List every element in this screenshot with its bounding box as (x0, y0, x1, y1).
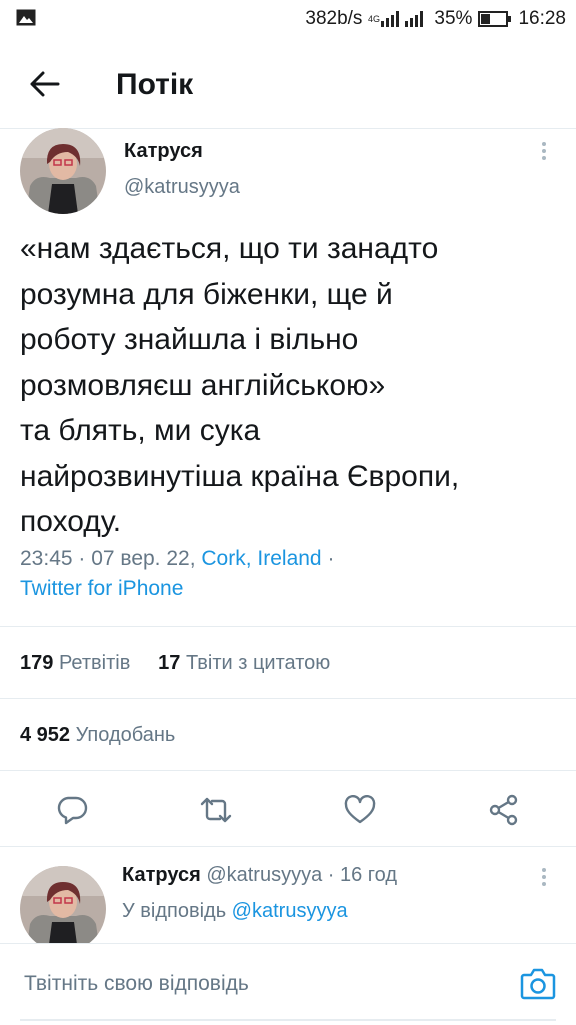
retweets-label: Ретвітів (58, 652, 131, 674)
tweet-meta: 23:45 · 07 вер. 22, Cork, Ireland · Twit… (20, 544, 560, 604)
clock: 16:28 (518, 8, 566, 29)
battery-percent: 35% (434, 8, 473, 29)
author-handle[interactable]: @katrusyyya (124, 176, 240, 199)
signal-icon: 4G (368, 11, 424, 27)
reply-prefix: У відповідь (122, 900, 232, 922)
reply-context: У відповідь @katrusyyya (122, 900, 348, 923)
back-button[interactable] (22, 64, 68, 104)
likes-count: 4 952 (20, 724, 71, 746)
author-name[interactable]: Катруся (124, 140, 203, 163)
reply-button[interactable] (50, 790, 94, 830)
reply-input[interactable]: Твітніть свою відповідь (24, 972, 249, 996)
tweet-more-button[interactable] (534, 138, 554, 164)
image-icon (16, 9, 36, 26)
top-bar: Потік (0, 38, 576, 129)
tweet-timestamp: 23:45 · 07 вер. 22, (20, 547, 202, 570)
tweet-text: «нам здається, що ти занадто розумна для… (20, 232, 460, 538)
more-icon (542, 142, 546, 146)
reply-to-link[interactable]: @katrusyyya (232, 900, 348, 922)
quotes-count: 17 (158, 652, 181, 674)
share-button[interactable] (482, 790, 526, 830)
back-arrow-icon (30, 71, 60, 97)
status-bar: 382b/s 4G 35% 16:28 (0, 0, 576, 38)
reply-handle-time: @katrusyyya · 16 год (206, 864, 397, 886)
more-icon (542, 868, 546, 872)
divider (0, 846, 576, 847)
status-right: 382b/s 4G 35% 16:28 (305, 8, 566, 30)
likes-label: Уподобань (75, 724, 176, 746)
camera-icon[interactable] (520, 966, 556, 1000)
reply-author[interactable]: Катруся @katrusyyya · 16 год (122, 864, 397, 887)
tweet-actions (0, 790, 576, 830)
retweets-stat[interactable]: 179 Ретвітів (20, 652, 130, 674)
like-icon (344, 795, 376, 824)
reply-more-button[interactable] (534, 864, 554, 890)
compose-underline (20, 1019, 556, 1021)
meta-separator: · (321, 547, 335, 570)
divider (0, 626, 576, 627)
svg-text:4G: 4G (368, 14, 380, 24)
quotes-stat[interactable]: 17 Твіти з цитатою (158, 652, 330, 674)
divider (0, 698, 576, 699)
reply-icon (57, 796, 88, 825)
page-title: Потік (116, 68, 194, 101)
divider (0, 770, 576, 771)
retweets-count: 179 (20, 652, 54, 674)
source-link[interactable]: Twitter for iPhone (20, 577, 183, 600)
retweet-icon (200, 797, 232, 823)
like-button[interactable] (338, 790, 382, 830)
avatar[interactable] (20, 128, 106, 214)
retweet-button[interactable] (194, 790, 238, 830)
retweet-quote-stats: 179 Ретвітів 17 Твіти з цитатою (20, 652, 330, 675)
compose-bar: Твітніть свою відповідь (0, 943, 576, 1025)
share-icon (489, 794, 518, 826)
battery-icon (478, 11, 512, 27)
location-link[interactable]: Cork, Ireland (201, 547, 321, 570)
reply-author-name: Катруся (122, 864, 201, 886)
likes-stat[interactable]: 4 952 Уподобань (20, 724, 175, 747)
network-speed: 382b/s (305, 8, 363, 29)
reply-avatar[interactable] (20, 866, 106, 952)
quotes-label: Твіти з цитатою (185, 652, 331, 674)
